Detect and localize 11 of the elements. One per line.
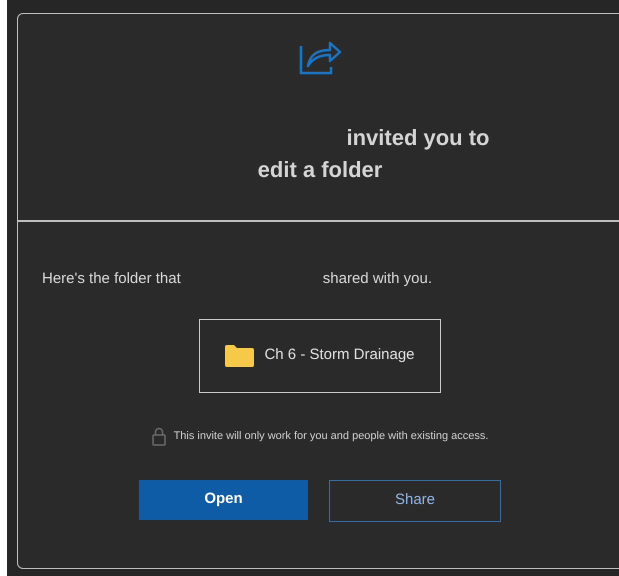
folder-icon <box>225 344 254 366</box>
lock-icon <box>152 426 166 446</box>
open-button[interactable]: Open <box>139 480 308 520</box>
headline-text: edit a folder <box>258 156 382 184</box>
message-text: Here's the folder that <box>42 269 181 289</box>
notice-text: This invite will only work for you and people with existing access. <box>174 428 488 444</box>
headline-text: invited you to <box>346 124 490 152</box>
folder-card[interactable]: Ch 6 - Storm Drainage <box>199 318 441 392</box>
share-button[interactable]: Share <box>329 480 501 522</box>
message-text: shared with you. <box>322 269 432 289</box>
folder-name: Ch 6 - Storm Drainage <box>264 345 415 366</box>
